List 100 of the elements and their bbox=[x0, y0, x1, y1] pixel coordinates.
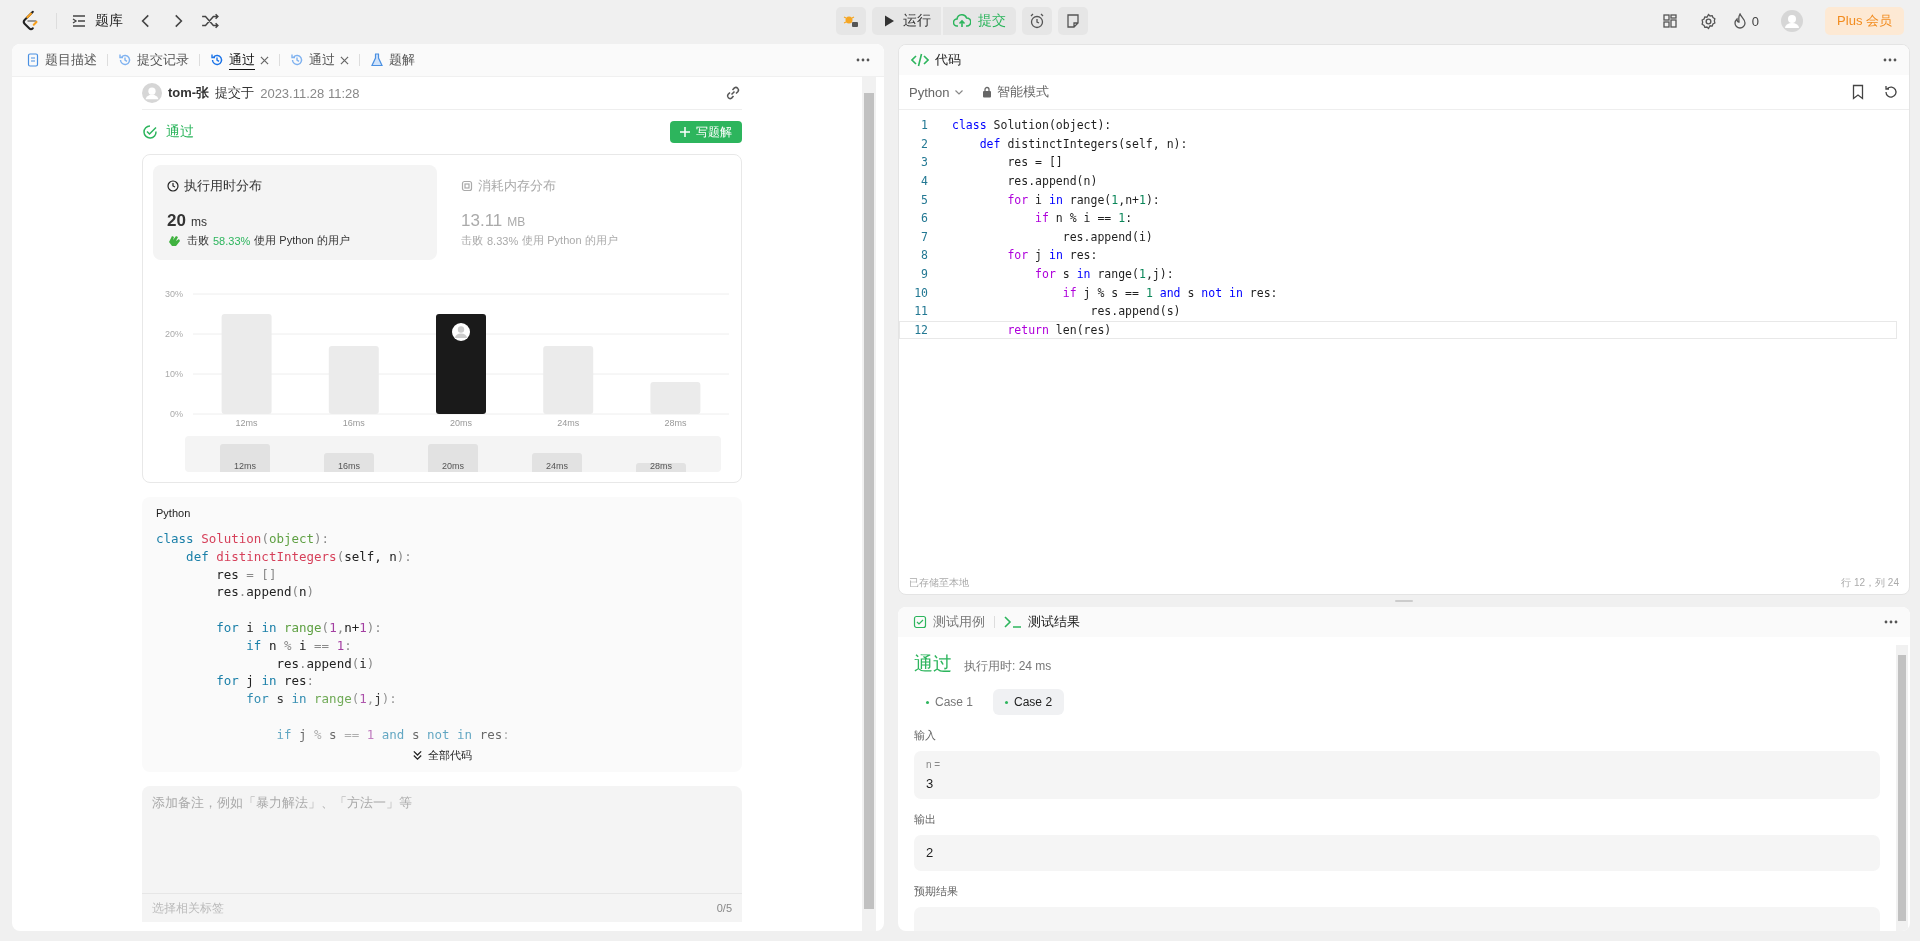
value-text: 3 bbox=[926, 776, 935, 791]
panel-title: 代码 bbox=[935, 51, 961, 69]
chevron-down-icon bbox=[954, 87, 965, 97]
scrollbar[interactable] bbox=[1896, 645, 1908, 931]
code-line: for i in range(1,n+1): bbox=[215, 620, 383, 637]
line-number: 2 bbox=[920, 136, 929, 151]
line-number: 3 bbox=[920, 155, 929, 170]
overview-label: 20ms bbox=[442, 461, 464, 472]
line-number: 12 bbox=[913, 322, 929, 337]
highlighted-bar[interactable] bbox=[436, 314, 486, 414]
language-dropdown[interactable]: Python bbox=[909, 84, 965, 100]
code-line: for j in res: bbox=[215, 673, 316, 691]
checkbox-icon bbox=[913, 615, 927, 629]
axis-label: 10% bbox=[165, 369, 183, 379]
overview-label: 12ms bbox=[234, 461, 256, 472]
history-icon bbox=[290, 53, 304, 67]
code-line: def distinctIntegers(self, n): bbox=[978, 136, 1188, 151]
plus-icon bbox=[680, 127, 690, 137]
chip-icon bbox=[461, 180, 473, 192]
document-icon bbox=[26, 53, 40, 67]
code-line: res.append(n) bbox=[1006, 174, 1098, 189]
beat-description: 使用 Python 的用户 bbox=[254, 233, 350, 248]
user-avatar-icon bbox=[142, 83, 162, 103]
code-line: class Solution(object): bbox=[156, 531, 331, 548]
code-language: Python bbox=[156, 507, 192, 519]
reset-icon[interactable] bbox=[1883, 84, 1899, 100]
run-button[interactable]: 运行 bbox=[872, 7, 941, 35]
stat-value: 13.11 bbox=[461, 211, 503, 231]
panel-tab[interactable]: 提交记录 bbox=[114, 48, 193, 72]
scrollbar[interactable] bbox=[862, 77, 876, 931]
tile-title: 消耗内存分布 bbox=[478, 177, 556, 195]
category-label: 24ms bbox=[557, 418, 580, 426]
beat-percent: 58.33% bbox=[213, 234, 251, 247]
play-icon bbox=[882, 14, 896, 28]
axis-label: 20% bbox=[165, 329, 183, 339]
username[interactable]: tom-张 bbox=[168, 84, 210, 102]
code-line: res = [] bbox=[215, 566, 278, 584]
value-text: 2 bbox=[926, 845, 935, 860]
panel-tab[interactable]: 通过 bbox=[286, 48, 353, 72]
code-line: res.append(i) bbox=[1061, 229, 1153, 244]
code-line: res = [] bbox=[1006, 155, 1063, 170]
alarm-clock-icon bbox=[1029, 13, 1045, 29]
more-icon[interactable] bbox=[1884, 620, 1898, 624]
stat-unit: ms bbox=[190, 215, 207, 229]
cursor-position: 行 12，列 24 bbox=[1841, 576, 1899, 590]
case-tab[interactable]: Case 2 bbox=[993, 689, 1065, 715]
submitted-label: 提交于 bbox=[215, 84, 255, 102]
stat-tile[interactable]: 执行用时分布 20 ms 击败 58.33% 使用 Python 的用户 bbox=[153, 165, 437, 260]
line-number: 5 bbox=[920, 192, 929, 207]
section-label: 输出 bbox=[914, 813, 937, 827]
code-line: return len(res) bbox=[1006, 322, 1112, 337]
shuffle-icon[interactable] bbox=[201, 12, 219, 30]
show-all-code-button[interactable]: 全部代码 bbox=[406, 747, 478, 764]
code-line: res.append(i) bbox=[275, 655, 376, 673]
more-icon[interactable] bbox=[1883, 58, 1897, 62]
line-number: 8 bbox=[920, 248, 929, 263]
code-line: for s in range(1,j): bbox=[1034, 267, 1174, 282]
code-line: res.append(n) bbox=[215, 584, 316, 602]
bookmark-icon[interactable] bbox=[1851, 84, 1865, 100]
tile-title: 执行用时分布 bbox=[184, 177, 262, 195]
stat-value: 20 bbox=[167, 211, 186, 231]
line-number: 7 bbox=[920, 229, 929, 244]
axis-label: 30% bbox=[165, 289, 183, 299]
check-circle-icon bbox=[142, 124, 158, 140]
result-status: 通过 bbox=[914, 652, 952, 676]
console-tab[interactable]: 测试用例 bbox=[910, 613, 988, 631]
problem-list-button[interactable]: 题库 bbox=[71, 12, 123, 30]
case-tab[interactable]: Case 1 bbox=[914, 689, 986, 715]
runtime-text: 执行用时: 24 ms bbox=[964, 658, 1052, 675]
console-tab[interactable]: 测试结果 bbox=[1001, 613, 1083, 631]
history-icon bbox=[210, 53, 224, 67]
cloud-upload-icon bbox=[953, 13, 971, 29]
notes-button[interactable] bbox=[1058, 7, 1088, 35]
code-line: for j in res: bbox=[1006, 248, 1098, 263]
panel-tab[interactable]: 通过 bbox=[206, 47, 273, 73]
panel-tab[interactable]: 题解 bbox=[366, 48, 419, 72]
close-icon[interactable] bbox=[260, 55, 269, 65]
close-icon[interactable] bbox=[340, 55, 349, 65]
timer-button[interactable] bbox=[1022, 7, 1052, 35]
beat-description: 使用 Python 的用户 bbox=[522, 233, 618, 248]
category-label: 16ms bbox=[342, 418, 365, 426]
range-overview[interactable]: 12ms 16ms 20ms 24ms 28ms bbox=[185, 436, 721, 472]
debug-button[interactable] bbox=[836, 7, 866, 35]
more-icon[interactable] bbox=[856, 58, 870, 62]
list-icon bbox=[71, 13, 87, 29]
panel-tab[interactable]: 题目描述 bbox=[22, 48, 101, 72]
resize-handle[interactable] bbox=[1395, 600, 1413, 602]
smart-mode-button[interactable]: 智能模式 bbox=[982, 83, 1050, 101]
line-number: 11 bbox=[913, 304, 929, 319]
submission-time: 2023.11.28 11:28 bbox=[260, 85, 360, 101]
double-chevron-down-icon bbox=[412, 750, 423, 761]
flame-icon bbox=[1732, 13, 1747, 29]
streak-counter[interactable]: 0 bbox=[1732, 13, 1760, 29]
section-label: 预期结果 bbox=[914, 885, 959, 899]
line-number: 1 bbox=[920, 118, 929, 133]
link-icon[interactable] bbox=[724, 84, 742, 102]
note-icon bbox=[1065, 13, 1081, 29]
layout-icon[interactable] bbox=[1661, 13, 1678, 29]
beat-label: 击败 bbox=[187, 233, 209, 248]
settings-icon[interactable] bbox=[1699, 12, 1717, 30]
